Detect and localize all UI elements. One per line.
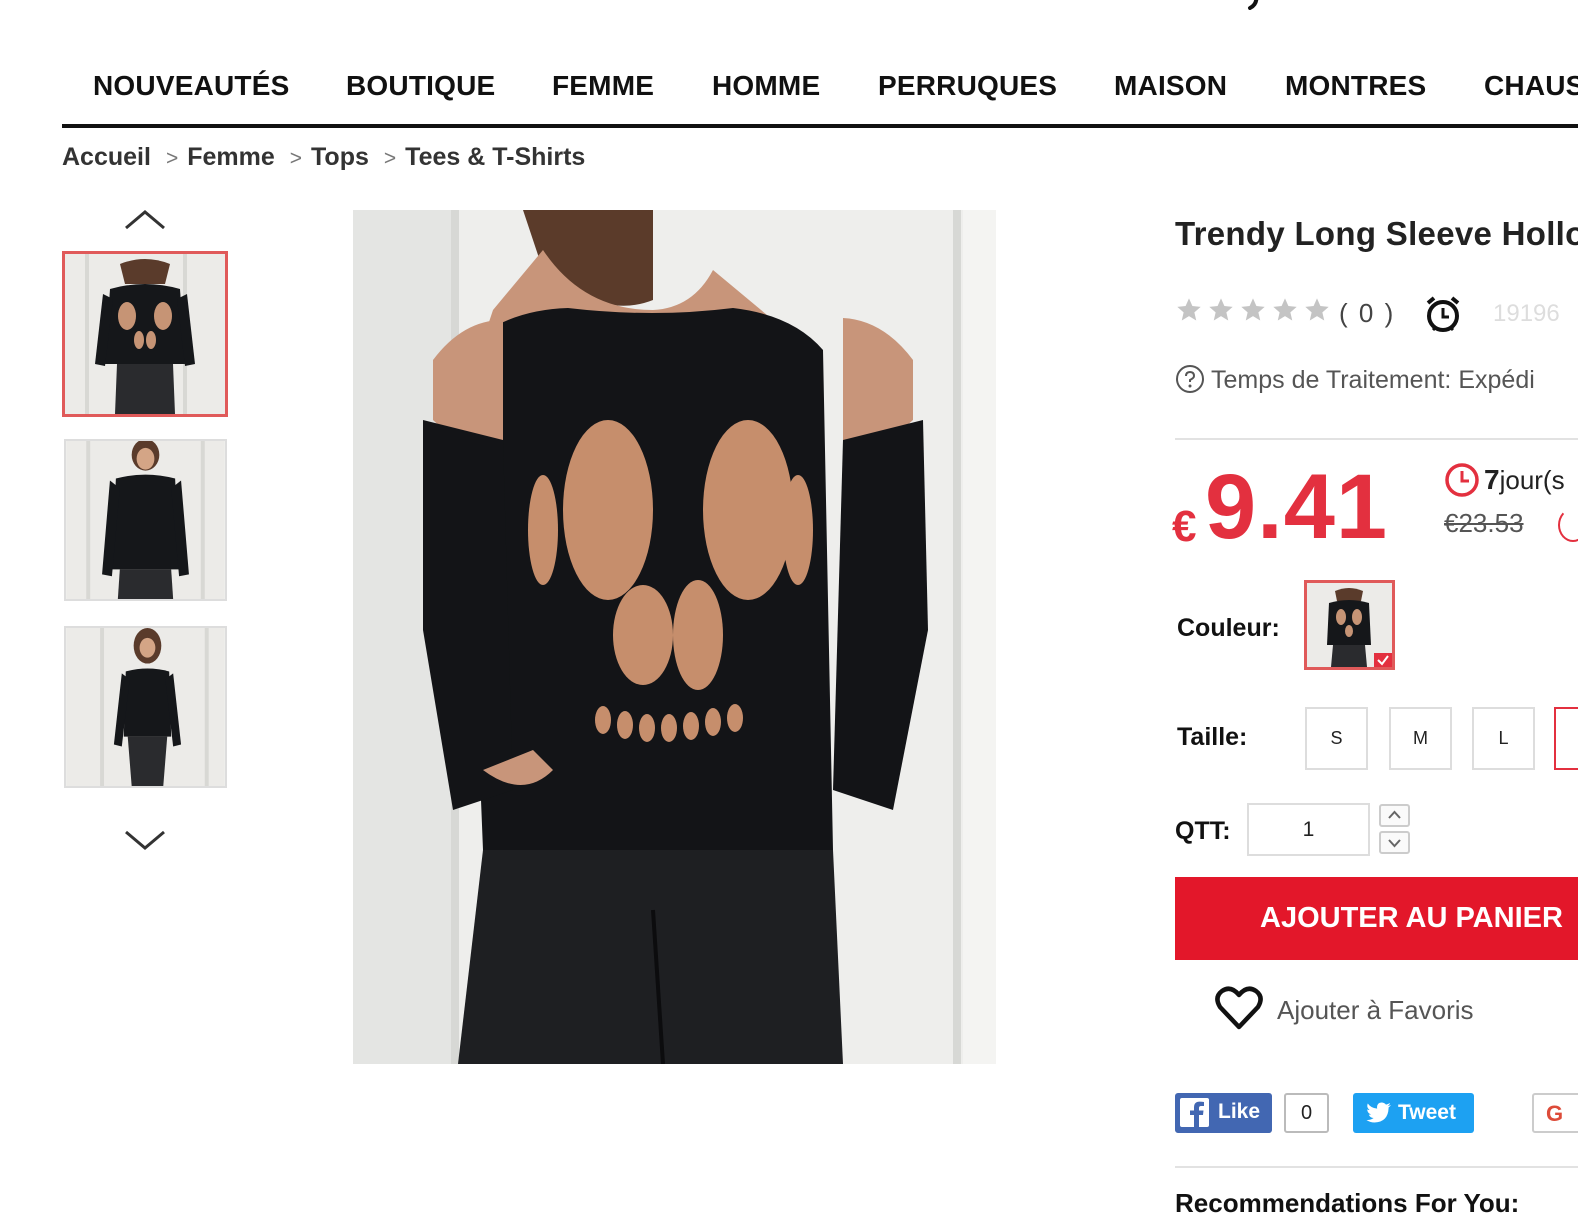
thumbnail-full-front-view[interactable] xyxy=(64,626,227,788)
star-icon xyxy=(1209,298,1233,321)
facebook-like-count: 0 xyxy=(1284,1093,1329,1133)
size-label: Taille: xyxy=(1177,723,1248,751)
main-product-image[interactable] xyxy=(353,210,996,1064)
countdown-clock-icon xyxy=(1445,463,1479,497)
question-circle-icon[interactable] xyxy=(1175,364,1205,394)
breadcrumb-separator: > xyxy=(383,147,397,170)
processing-label: Temps de Traitement: xyxy=(1211,366,1452,394)
product-title: Trendy Long Sleeve Hollo xyxy=(1175,215,1578,252)
recommendations-heading: Recommendations For You: xyxy=(1175,1188,1520,1214)
review-count[interactable]: ( 0 ) xyxy=(1339,298,1395,329)
breadcrumb-accueil[interactable]: Accueil xyxy=(62,143,151,171)
star-icon xyxy=(1177,298,1201,321)
processing-time: Temps de Traitement: Expédi xyxy=(1175,364,1535,395)
nav-item-nouveautes[interactable]: NOUVEAUTÉS xyxy=(93,70,289,102)
countdown-days: 7 xyxy=(1484,464,1500,495)
processing-value: Expédi xyxy=(1458,366,1535,394)
add-to-cart-button[interactable]: AJOUTER AU PANIER xyxy=(1175,877,1578,960)
facebook-icon xyxy=(1180,1098,1209,1127)
price-currency: € xyxy=(1172,502,1197,551)
logo-fragment xyxy=(1248,0,1259,10)
nav-item-chaussures[interactable]: CHAUS xyxy=(1484,70,1578,102)
chevron-down-icon xyxy=(1388,839,1401,848)
size-option-partial[interactable] xyxy=(1554,707,1578,770)
google-plus-button[interactable]: G xyxy=(1532,1093,1578,1133)
size-option-s[interactable]: S xyxy=(1305,707,1368,770)
discount-badge-fragment xyxy=(1558,508,1578,542)
nav-item-femme[interactable]: FEMME xyxy=(552,70,654,102)
twitter-bird-icon xyxy=(1366,1102,1391,1123)
facebook-like-button[interactable]: Like xyxy=(1175,1093,1272,1133)
countdown-unit: jour(s xyxy=(1499,465,1565,495)
star-icon xyxy=(1241,298,1265,321)
breadcrumb-tops[interactable]: Tops xyxy=(311,143,369,171)
breadcrumb-separator: > xyxy=(289,147,303,170)
quantity-label: QTT: xyxy=(1175,817,1231,845)
quantity-increase-button[interactable] xyxy=(1379,804,1410,827)
chevron-up-icon[interactable] xyxy=(122,206,168,234)
tweet-button[interactable]: Tweet xyxy=(1353,1093,1474,1133)
divider xyxy=(1175,438,1578,440)
alarm-clock-icon xyxy=(1426,296,1460,332)
breadcrumb-femme[interactable]: Femme xyxy=(187,143,275,171)
nav-item-maison[interactable]: MAISON xyxy=(1114,70,1227,102)
thumbnail-image xyxy=(66,441,225,599)
favorites-label: Ajouter à Favoris xyxy=(1277,995,1474,1025)
nav-item-boutique[interactable]: BOUTIQUE xyxy=(346,70,495,102)
size-option-l[interactable]: L xyxy=(1472,707,1535,770)
rating: ( 0 ) 19196 xyxy=(1175,294,1578,332)
nav-item-perruques[interactable]: PERRUQUES xyxy=(878,70,1057,102)
star-icon xyxy=(1305,298,1329,321)
countdown-text: 7jour(s xyxy=(1484,464,1565,496)
check-icon xyxy=(1374,653,1392,667)
quantity-input[interactable]: 1 xyxy=(1247,803,1370,856)
color-label: Couleur: xyxy=(1177,614,1280,642)
heart-icon xyxy=(1215,986,1263,1030)
thumbnail-image xyxy=(65,254,225,414)
tweet-label: Tweet xyxy=(1398,1101,1456,1124)
color-swatch-black[interactable] xyxy=(1304,580,1395,670)
nav-item-montres[interactable]: MONTRES xyxy=(1285,70,1426,102)
size-option-m[interactable]: M xyxy=(1389,707,1452,770)
thumbnail-back-view[interactable] xyxy=(62,251,228,417)
chevron-up-icon xyxy=(1388,810,1401,819)
breadcrumb-tees-t-shirts[interactable]: Tees & T-Shirts xyxy=(405,143,585,171)
thumbnail-front-view[interactable] xyxy=(64,439,227,601)
item-code: 19196 xyxy=(1493,300,1560,327)
divider xyxy=(1175,1166,1578,1168)
breadcrumb: Accueil > Femme > Tops > Tees & T-Shirts xyxy=(62,143,585,172)
quantity-decrease-button[interactable] xyxy=(1379,831,1410,854)
old-price: €23.53 xyxy=(1444,508,1524,538)
main-nav: NOUVEAUTÉS BOUTIQUE FEMME HOMME PERRUQUE… xyxy=(62,70,1578,128)
facebook-like-label: Like xyxy=(1218,1100,1261,1123)
chevron-down-icon[interactable] xyxy=(122,826,168,854)
breadcrumb-separator: > xyxy=(165,147,179,170)
thumbnail-image xyxy=(66,628,225,786)
price-current: 9.41 xyxy=(1205,456,1389,558)
nav-item-homme[interactable]: HOMME xyxy=(712,70,820,102)
product-photo xyxy=(353,210,996,1064)
star-icon xyxy=(1273,298,1297,321)
